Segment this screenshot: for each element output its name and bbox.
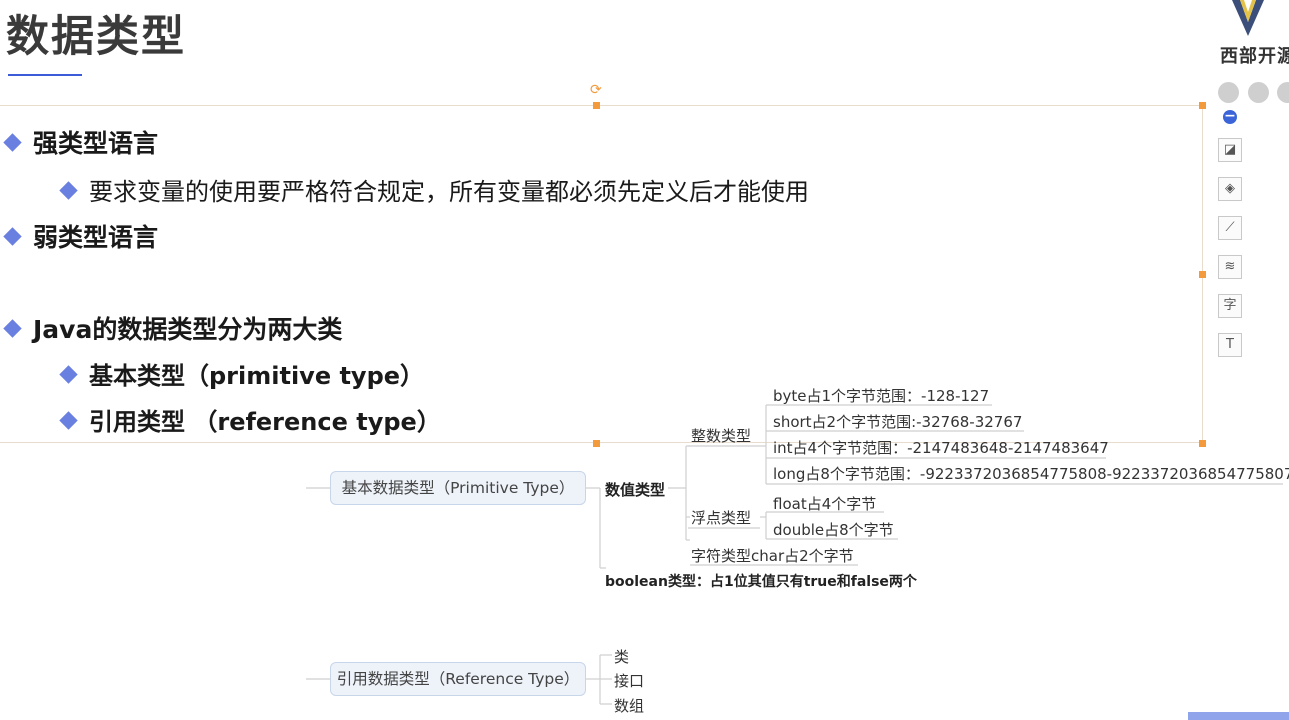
boolean-label: boolean类型：占1位其值只有true和false两个	[605, 574, 917, 590]
mindmap-lines	[306, 404, 1283, 705]
class-label: 类	[614, 648, 630, 666]
int-label: int占4个字节范围：-2147483648-2147483647	[773, 439, 1109, 457]
interface-label: 接口	[614, 672, 645, 690]
primitive-type-node: 基本数据类型（Primitive Type）	[330, 471, 586, 505]
float-label: float占4个字节	[773, 495, 877, 513]
floating-type-label: 浮点类型	[691, 509, 752, 527]
array-label: 数组	[614, 697, 645, 715]
integer-type-label: 整数类型	[691, 427, 752, 445]
corner-decoration	[1188, 712, 1289, 720]
long-label: long占8个字节范围：-9223372036854775808-9223372…	[773, 465, 1289, 483]
char-label: 字符类型char占2个字节	[691, 547, 854, 565]
reference-type-node: 引用数据类型（Reference Type）	[330, 662, 586, 696]
numeric-type-label: 数值类型	[605, 481, 666, 499]
short-label: short占2个字节范围:-32768-32767	[773, 413, 1023, 431]
double-label: double占8个字节	[773, 521, 894, 539]
byte-label: byte占1个字节范围：-128-127	[773, 387, 990, 405]
